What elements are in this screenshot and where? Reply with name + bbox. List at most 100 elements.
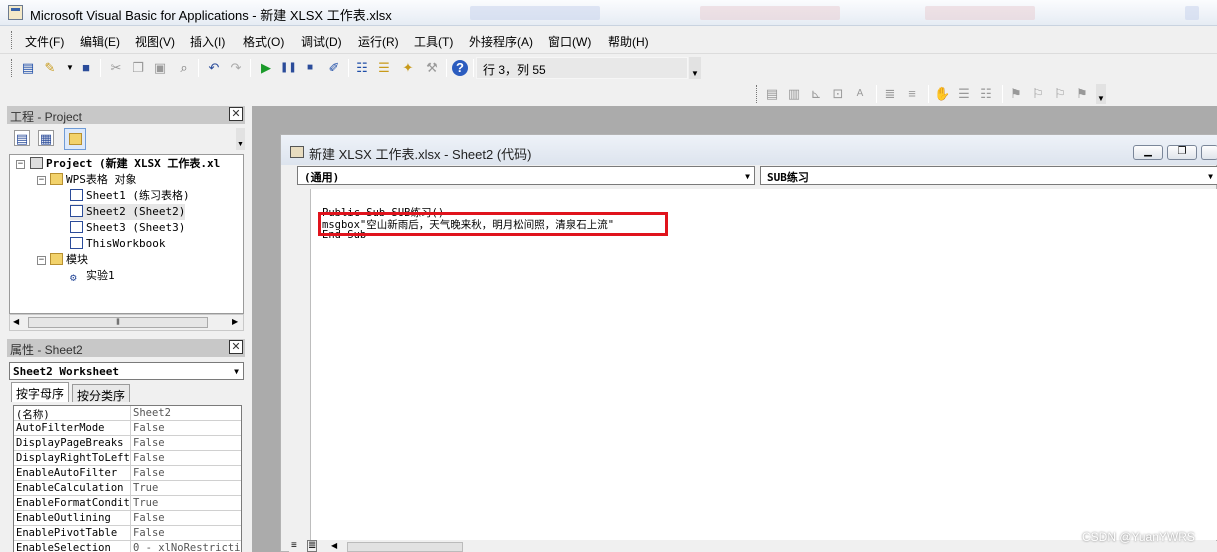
cut-icon[interactable]: ✂ <box>108 60 124 76</box>
pause-icon[interactable]: ❚❚ <box>280 60 297 76</box>
indent-icon[interactable]: ≣ <box>882 86 898 102</box>
parameter-info-icon[interactable]: ⊡ <box>830 86 846 102</box>
toggle-bookmark-icon[interactable]: ⚑ <box>1008 86 1024 102</box>
table-row[interactable]: EnableAutoFilter False <box>14 466 241 481</box>
uncomment-block-icon[interactable]: ☷ <box>978 86 994 102</box>
prop-value[interactable]: False <box>130 526 241 541</box>
minimize-button[interactable]: ▁ <box>1133 145 1163 160</box>
tree-item-sheet1[interactable]: Sheet1 (练习表格) <box>70 188 190 204</box>
redo-icon[interactable]: ↷ <box>228 60 244 76</box>
menu-edit[interactable]: 编辑(E) <box>80 33 120 50</box>
tree-item-module[interactable]: ⚙ 实验1 <box>70 268 115 284</box>
table-row[interactable]: EnableOutlining False <box>14 511 241 526</box>
menu-run[interactable]: 运行(R) <box>358 33 399 50</box>
prop-value[interactable]: True <box>130 481 241 496</box>
outdent-icon[interactable]: ≡ <box>904 86 920 102</box>
table-row[interactable]: DisplayRightToLeft False <box>14 451 241 466</box>
chevron-down-icon[interactable]: ▼ <box>62 60 78 76</box>
view-excel-icon[interactable]: ▤ <box>20 60 36 76</box>
save-icon[interactable]: ■ <box>78 60 94 76</box>
procedure-combo[interactable]: SUB练习 ▼ <box>760 166 1217 185</box>
collapse-icon[interactable]: − <box>37 176 46 185</box>
tree-item-sheet2[interactable]: Sheet2 (Sheet2) <box>70 204 186 220</box>
properties-object-combo[interactable]: Sheet2 Worksheet ▼ <box>9 362 244 380</box>
prop-value[interactable]: False <box>130 466 241 481</box>
scroll-thumb[interactable] <box>347 542 463 552</box>
help-icon[interactable]: ? <box>452 60 468 76</box>
code-editor[interactable]: Public Sub SUB练习() msgbox"空山新雨后，天气晚来秋，明月… <box>310 189 1217 540</box>
tree-project-root[interactable]: Project (新建 XLSX 工作表.xl <box>30 156 220 172</box>
paste-icon[interactable]: ▣ <box>152 60 168 76</box>
properties-icon[interactable]: ☰ <box>376 60 392 76</box>
object-combo[interactable]: (通用) ▼ <box>297 166 755 185</box>
prop-value[interactable]: True <box>130 496 241 511</box>
menu-help[interactable]: 帮助(H) <box>608 33 649 50</box>
prop-value[interactable]: Sheet2 <box>130 406 241 421</box>
collapse-icon[interactable]: − <box>37 256 46 265</box>
tree-folder-objects[interactable]: WPS表格 对象 <box>50 172 137 188</box>
scroll-thumb[interactable]: ⫼ <box>28 317 208 328</box>
menu-format[interactable]: 格式(O) <box>243 33 284 50</box>
chevron-down-icon[interactable]: ▼ <box>1208 172 1213 181</box>
toolbar-grip[interactable] <box>11 59 14 77</box>
tree-item-sheet3[interactable]: Sheet3 (Sheet3) <box>70 220 185 236</box>
chevron-down-icon[interactable]: ▼ <box>1096 84 1106 104</box>
menu-view[interactable]: 视图(V) <box>135 33 175 50</box>
chevron-down-icon[interactable]: ▼ <box>745 172 750 181</box>
menu-file[interactable]: 文件(F) <box>25 33 64 50</box>
tab-categorized[interactable]: 按分类序 <box>72 384 131 403</box>
table-row[interactable]: (名称) Sheet2 <box>14 406 241 421</box>
menu-debug[interactable]: 调试(D) <box>301 33 342 50</box>
restore-button[interactable]: ❐ <box>1167 145 1197 160</box>
quick-info-icon[interactable]: ⊾ <box>808 86 824 102</box>
toggle-breakpoint-icon[interactable]: ✋ <box>934 86 950 102</box>
view-object-icon[interactable]: ▦ <box>38 130 54 146</box>
menu-tools[interactable]: 工具(T) <box>414 33 453 50</box>
prop-value[interactable]: False <box>130 511 241 526</box>
design-mode-icon[interactable]: ✐ <box>326 60 342 76</box>
complete-word-icon[interactable]: A <box>852 86 868 102</box>
chevron-down-icon[interactable]: ▼ <box>236 128 245 150</box>
scroll-left-icon[interactable]: ◀ <box>13 317 19 326</box>
close-button[interactable] <box>1201 145 1217 160</box>
tab-alphabetic[interactable]: 按字母序 <box>11 382 70 402</box>
clear-bookmarks-icon[interactable]: ⚑ <box>1074 86 1090 102</box>
previous-bookmark-icon[interactable]: ⚐ <box>1052 86 1068 102</box>
procedure-view-icon[interactable]: ≡ <box>291 540 297 551</box>
menu-insert[interactable]: 插入(I) <box>190 33 225 50</box>
prop-value[interactable]: 0 - xlNoRestrictio <box>130 541 241 552</box>
project-explorer-icon[interactable]: ☷ <box>354 60 370 76</box>
stop-icon[interactable]: ■ <box>302 60 318 76</box>
undo-icon[interactable]: ↶ <box>206 60 222 76</box>
tree-item-thisworkbook[interactable]: ThisWorkbook <box>70 236 165 252</box>
comment-block-icon[interactable]: ☰ <box>956 86 972 102</box>
full-module-view-icon[interactable]: ≣ <box>307 540 318 552</box>
menu-addins[interactable]: 外接程序(A) <box>469 33 533 50</box>
table-row[interactable]: EnableCalculation True <box>14 481 241 496</box>
copy-icon[interactable]: ❐ <box>130 60 146 76</box>
chevron-down-icon[interactable]: ▼ <box>234 367 239 376</box>
list-properties-icon[interactable]: ▤ <box>764 86 780 102</box>
run-icon[interactable]: ▶ <box>258 60 274 76</box>
prop-value[interactable]: False <box>130 451 241 466</box>
view-code-icon[interactable]: ▤ <box>14 130 30 146</box>
insert-userform-icon[interactable]: ✎ <box>42 60 58 76</box>
prop-value[interactable]: False <box>130 421 241 436</box>
toolbar-grip[interactable] <box>756 85 759 103</box>
collapse-icon[interactable]: − <box>16 160 25 169</box>
next-bookmark-icon[interactable]: ⚐ <box>1030 86 1046 102</box>
tree-folder-modules[interactable]: 模块 <box>50 252 88 268</box>
prop-value[interactable]: False <box>130 436 241 451</box>
chevron-down-icon[interactable]: ▼ <box>689 57 701 79</box>
table-row[interactable]: AutoFilterMode False <box>14 421 241 436</box>
toggle-folders-icon[interactable] <box>64 128 86 150</box>
code-window-titlebar[interactable]: 新建 XLSX 工作表.xlsx - Sheet2 (代码) ▁ ❐ <box>281 135 1217 165</box>
menu-grip[interactable] <box>11 31 14 49</box>
project-hscrollbar[interactable]: ◀ ⫼ ▶ <box>9 314 244 331</box>
list-constants-icon[interactable]: ▥ <box>786 86 802 102</box>
close-icon[interactable]: ✕ <box>229 340 243 354</box>
find-icon[interactable]: ⌕ <box>176 60 192 76</box>
table-row[interactable]: EnableSelection 0 - xlNoRestrictio <box>14 541 241 552</box>
close-icon[interactable]: ✕ <box>229 107 243 121</box>
table-row[interactable]: DisplayPageBreaks False <box>14 436 241 451</box>
